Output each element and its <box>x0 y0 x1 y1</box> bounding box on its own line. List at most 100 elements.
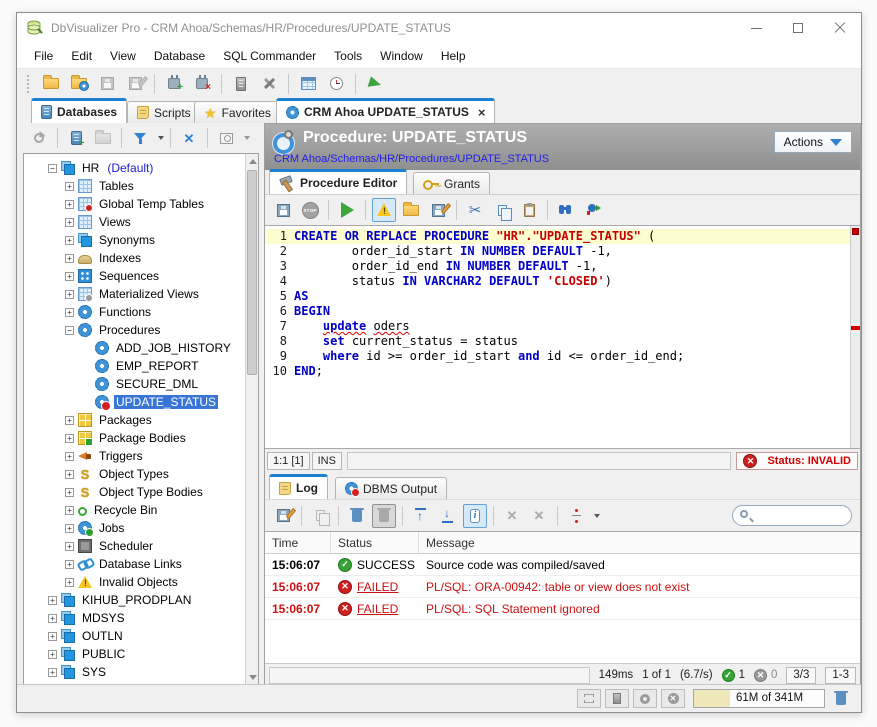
tree-item[interactable]: +Recycle Bin <box>24 501 245 519</box>
menu-file[interactable]: File <box>25 45 62 67</box>
expand-icon[interactable]: + <box>65 416 74 425</box>
expand-icon[interactable]: + <box>65 200 74 209</box>
code-line[interactable]: 6BEGIN <box>265 304 850 319</box>
menu-sql-commander[interactable]: SQL Commander <box>214 45 325 67</box>
filter-button[interactable] <box>128 126 152 150</box>
tab-favorites[interactable]: ★ Favorites <box>194 101 281 123</box>
expand-icon[interactable]: + <box>65 182 74 191</box>
column-message[interactable]: Message <box>419 532 860 553</box>
tree-item[interactable]: UPDATE_STATUS <box>24 393 245 411</box>
expand-icon[interactable]: + <box>48 632 57 641</box>
scrollbar-thumb[interactable] <box>247 170 257 375</box>
expand-icon[interactable]: + <box>65 560 74 569</box>
tree-item[interactable]: +Jobs <box>24 519 245 537</box>
code-line[interactable]: 10END; <box>265 364 850 379</box>
scheduler-button[interactable] <box>324 72 348 96</box>
tool-properties-button[interactable] <box>257 72 281 96</box>
find-button[interactable] <box>554 198 578 222</box>
log-row[interactable]: 15:06:07SUCCESSSource code was compiled/… <box>265 554 860 576</box>
show-info-button[interactable]: i <box>463 504 487 528</box>
open-settings-button[interactable] <box>67 72 91 96</box>
range-indicator[interactable]: 1-3 <box>825 667 856 684</box>
save-button[interactable] <box>95 72 119 96</box>
menu-window[interactable]: Window <box>371 45 432 67</box>
log-table-header[interactable]: Time Status Message <box>265 532 860 554</box>
open-button[interactable] <box>39 72 63 96</box>
expand-icon[interactable]: + <box>48 650 57 659</box>
log-row[interactable]: 15:06:07FAILEDPL/SQL: SQL Statement igno… <box>265 598 860 620</box>
run-button[interactable] <box>363 72 387 96</box>
code-line[interactable]: 2 order_id_start IN NUMBER DEFAULT -1, <box>265 244 850 259</box>
sql-editor[interactable]: 1CREATE OR REPLACE PROCEDURE "HR"."UPDAT… <box>265 225 860 449</box>
collapse-icon[interactable]: − <box>48 164 57 173</box>
menu-help[interactable]: Help <box>432 45 475 67</box>
error-marker-icon[interactable] <box>851 326 860 330</box>
expand-icon[interactable]: + <box>65 218 74 227</box>
scroll-to-bottom-button[interactable] <box>436 504 460 528</box>
expand-icon[interactable]: + <box>65 236 74 245</box>
tab-grants[interactable]: Grants <box>413 172 490 194</box>
code-line[interactable]: 9 where id >= order_id_start and id <= o… <box>265 349 850 364</box>
expand-icon[interactable]: + <box>65 254 74 263</box>
expand-icon[interactable]: + <box>65 578 74 587</box>
code-line[interactable]: 7 update oders <box>265 319 850 334</box>
tree-item[interactable]: +Object Type Bodies <box>24 483 245 501</box>
title-bar[interactable]: DbVisualizer Pro - CRM Ahoa/Schemas/HR/P… <box>17 13 861 43</box>
tab-databases[interactable]: Databases <box>31 98 127 123</box>
expand-icon[interactable]: + <box>48 614 57 623</box>
minimize-button[interactable] <box>735 13 777 43</box>
tree-item[interactable]: +Synonyms <box>24 231 245 249</box>
auto-clear-button[interactable] <box>372 504 396 528</box>
grid-status-button[interactable] <box>577 689 601 708</box>
column-time[interactable]: Time <box>265 532 331 553</box>
tree-item[interactable]: +SYS <box>24 663 245 681</box>
tree-item[interactable]: +Tables <box>24 177 245 195</box>
tree-item[interactable]: +PUBLIC <box>24 645 245 663</box>
tree-item[interactable]: +OUTLN <box>24 627 245 645</box>
expand-icon[interactable]: + <box>65 542 74 551</box>
disconnect-button[interactable]: × <box>190 72 214 96</box>
collapse-icon[interactable]: − <box>65 326 74 335</box>
tree-item[interactable]: −Procedures <box>24 321 245 339</box>
scroll-to-top-button[interactable] <box>409 504 433 528</box>
tree-item[interactable]: −HR(Default) <box>24 159 245 177</box>
expand-icon[interactable]: + <box>48 596 57 605</box>
tree-item[interactable]: +Packages <box>24 411 245 429</box>
error-stripe[interactable] <box>850 226 860 448</box>
tab-dbms-output[interactable]: DBMS Output <box>335 477 447 499</box>
tree-item[interactable]: SECURE_DML <box>24 375 245 393</box>
collapse-all-button[interactable]: ✕ <box>527 504 551 528</box>
tab-log[interactable]: Log <box>269 474 328 499</box>
actions-button[interactable]: Actions <box>774 131 852 153</box>
tree-item[interactable]: +Indexes <box>24 249 245 267</box>
log-copy-button[interactable] <box>308 504 332 528</box>
sql-commander-button[interactable] <box>296 72 320 96</box>
tab-close-icon[interactable]: × <box>478 105 486 120</box>
stop-button[interactable]: STOP <box>298 198 322 222</box>
expand-icon[interactable]: + <box>65 434 74 443</box>
clear-log-button[interactable] <box>345 504 369 528</box>
expand-icon[interactable]: + <box>65 452 74 461</box>
copy-button[interactable] <box>490 198 514 222</box>
maximize-button[interactable] <box>777 13 819 43</box>
show-errors-button[interactable] <box>372 198 396 222</box>
close-button[interactable] <box>819 13 861 43</box>
load-button[interactable] <box>399 198 423 222</box>
refresh-button[interactable] <box>27 126 51 150</box>
code-line[interactable]: 3 order_id_end IN NUMBER DEFAULT -1, <box>265 259 850 274</box>
code-line[interactable]: 4 status IN VARCHAR2 DEFAULT 'CLOSED') <box>265 274 850 289</box>
insert-mode[interactable]: INS <box>312 452 342 470</box>
expand-icon[interactable]: + <box>48 668 57 677</box>
export-button[interactable] <box>426 198 450 222</box>
expand-icon[interactable]: + <box>65 488 74 497</box>
paste-button[interactable] <box>517 198 541 222</box>
scroll-down-icon[interactable] <box>246 670 259 684</box>
menu-tools[interactable]: Tools <box>325 45 371 67</box>
memory-indicator[interactable]: 61M of 341M <box>693 689 825 708</box>
tab-object[interactable]: CRM Ahoa UPDATE_STATUS × <box>276 98 495 123</box>
add-folder-button[interactable] <box>91 126 115 150</box>
add-connection-button[interactable]: + <box>64 126 88 150</box>
log-row[interactable]: 15:06:07FAILEDPL/SQL: ORA-00942: table o… <box>265 576 860 598</box>
expand-icon[interactable]: + <box>65 308 74 317</box>
expand-icon[interactable]: + <box>65 506 74 515</box>
